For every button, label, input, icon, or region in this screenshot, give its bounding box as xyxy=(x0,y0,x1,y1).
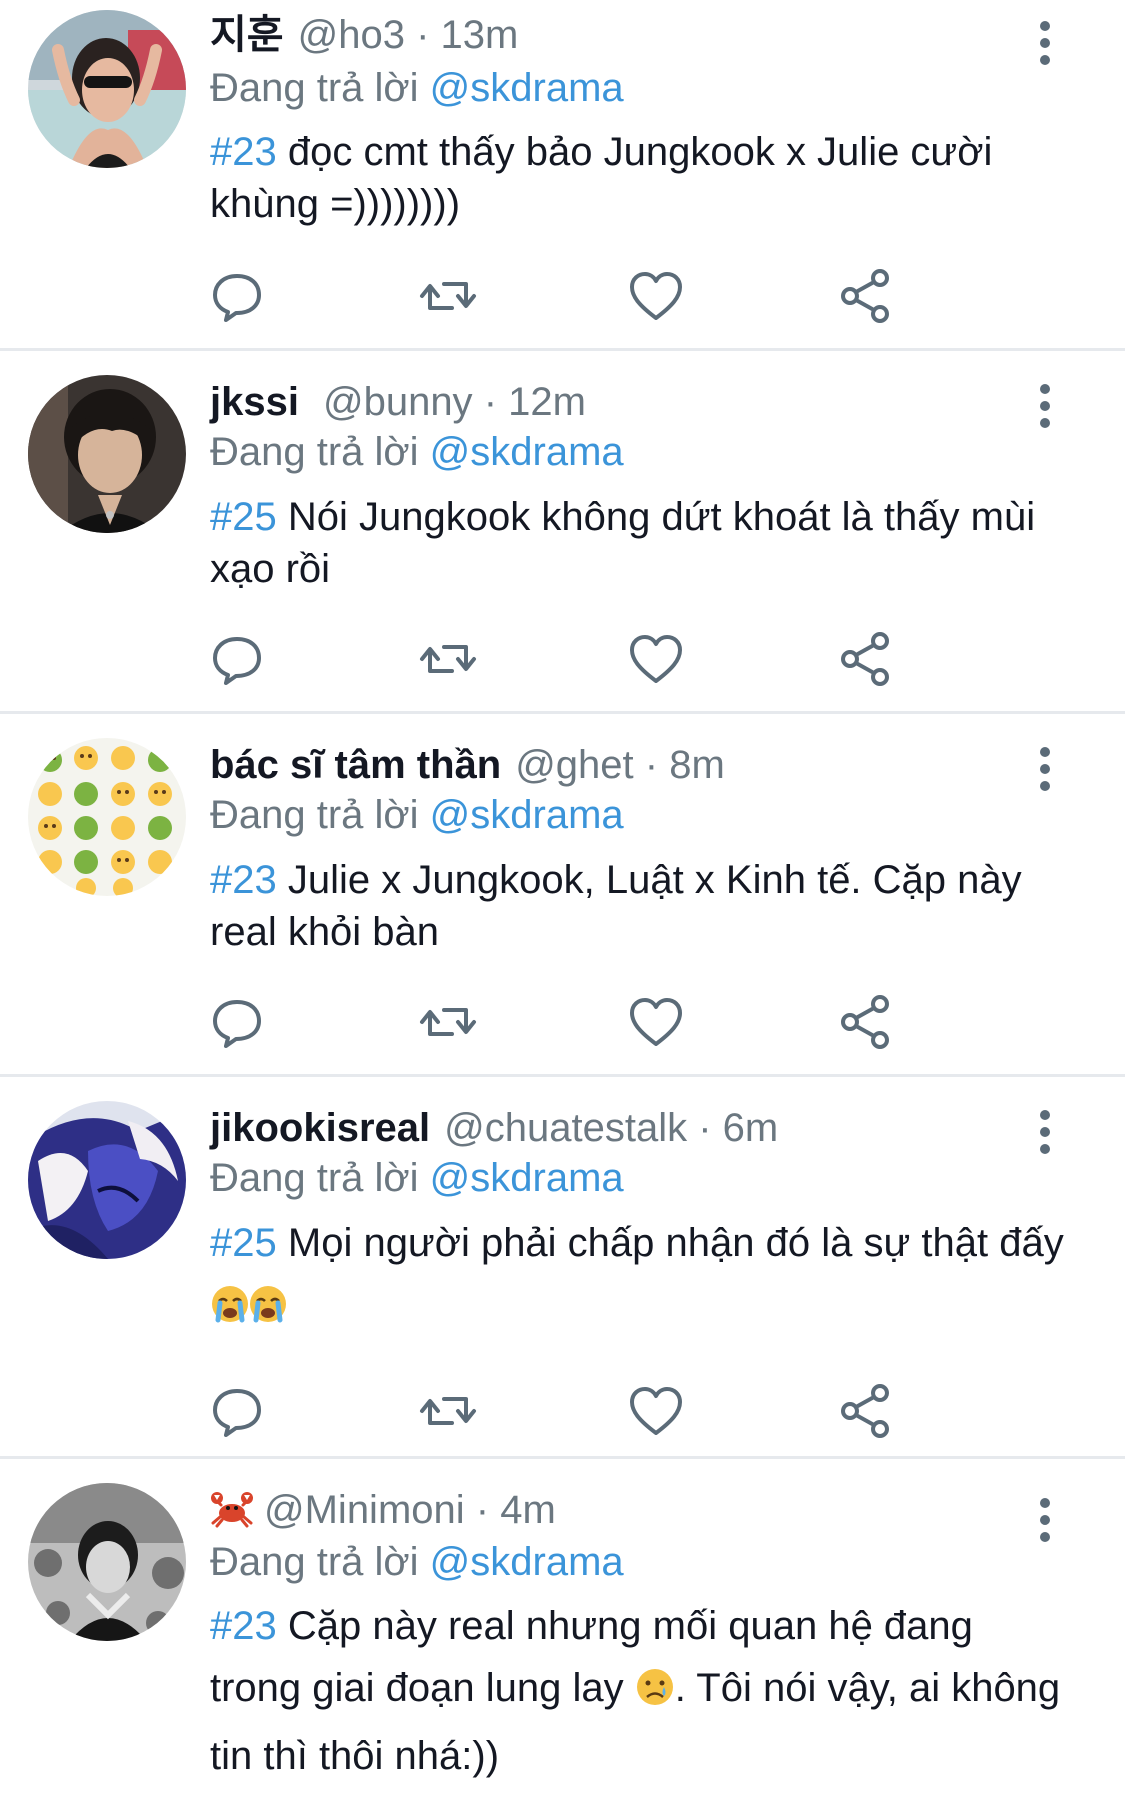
tweet-body: Mọi người phải chấp nhận đó là sự thật đ… xyxy=(287,1221,1064,1265)
timestamp[interactable]: 13m xyxy=(441,13,519,57)
more-options-icon[interactable] xyxy=(1030,383,1060,429)
more-options-icon[interactable] xyxy=(1030,1109,1060,1155)
share-icon[interactable] xyxy=(835,266,895,326)
reply-mention-link[interactable]: @skdrama xyxy=(430,430,624,474)
user-handle[interactable]: @bunny xyxy=(323,380,473,424)
tweet-text: #25 Mọi người phải chấp nhận đó là sự th… xyxy=(210,1212,1070,1342)
avatar-emoji-pattern xyxy=(28,738,186,896)
hashtag-link[interactable]: #23 xyxy=(210,858,277,902)
reply-prefix: Đang trả lời xyxy=(210,1540,419,1584)
separator-dot: · xyxy=(475,1488,490,1532)
avatar-photo-man xyxy=(28,375,186,533)
like-icon[interactable] xyxy=(626,629,686,689)
avatar[interactable] xyxy=(28,1483,186,1641)
replying-to: Đang trả lời @skdrama xyxy=(210,1537,624,1587)
replying-to: Đang trả lời @skdrama xyxy=(210,63,624,113)
replying-to: Đang trả lời @skdrama xyxy=(210,790,624,840)
avatar-photo-monochrome xyxy=(28,1483,186,1641)
reply-icon[interactable] xyxy=(207,992,267,1052)
divider xyxy=(0,1074,1125,1077)
more-options-icon[interactable] xyxy=(1030,1497,1060,1543)
tweet-header: jikookisreal @chuatestalk · 6m xyxy=(210,1103,778,1153)
user-handle[interactable]: @Minimoni xyxy=(264,1488,465,1532)
tweet-text: #23 đọc cmt thấy bảo Jungkook x Julie cư… xyxy=(210,126,1070,230)
hashtag-link[interactable]: #23 xyxy=(210,130,277,174)
action-bar xyxy=(0,629,1125,689)
hashtag-link[interactable]: #25 xyxy=(210,1221,277,1265)
separator-dot: · xyxy=(698,1106,712,1150)
avatar[interactable] xyxy=(28,375,186,533)
user-handle[interactable]: @ghet xyxy=(515,743,633,787)
tweet-text: #25 Nói Jungkook không dứt khoát là thấy… xyxy=(210,491,1070,595)
tweet-header: 지훈 @ho3 · 13m xyxy=(210,10,518,60)
reply-icon[interactable] xyxy=(207,266,267,326)
reply-mention-link[interactable]: @skdrama xyxy=(430,793,624,837)
separator-dot: · xyxy=(483,380,498,424)
reply-prefix: Đang trả lời xyxy=(210,1156,419,1200)
display-name[interactable]: jikookisreal xyxy=(210,1106,430,1150)
tweet-header: jkssi @bunny · 12m xyxy=(210,377,586,427)
avatar-anime-illustration xyxy=(28,1101,186,1259)
tweet-body: Nói Jungkook không dứt khoát là thấy mùi… xyxy=(210,495,1036,591)
reply-mention-link[interactable]: @skdrama xyxy=(430,66,624,110)
retweet-icon[interactable] xyxy=(418,992,478,1052)
action-bar xyxy=(0,266,1125,326)
avatar-photo-woman xyxy=(28,10,186,168)
avatar[interactable] xyxy=(28,1101,186,1259)
retweet-icon[interactable] xyxy=(418,266,478,326)
replying-to: Đang trả lời @skdrama xyxy=(210,427,624,477)
separator-dot: · xyxy=(644,743,659,787)
retweet-icon[interactable] xyxy=(418,1381,478,1441)
like-icon[interactable] xyxy=(626,992,686,1052)
display-name[interactable]: bác sĩ tâm thần xyxy=(210,743,501,787)
user-handle[interactable]: @ho3 xyxy=(298,13,405,57)
loudly-crying-face-icon xyxy=(210,1280,290,1342)
tweet-text: #23 Cặp này real nhưng mối quan hệ đang … xyxy=(210,1595,1070,1787)
share-icon[interactable] xyxy=(835,1381,895,1441)
display-name[interactable]: jkssi xyxy=(210,380,299,424)
more-options-icon[interactable] xyxy=(1030,20,1060,66)
display-name[interactable]: 지훈 xyxy=(210,13,284,57)
retweet-icon[interactable] xyxy=(418,629,478,689)
reply-prefix: Đang trả lời xyxy=(210,66,419,110)
reply-icon[interactable] xyxy=(207,1381,267,1441)
tweet-header: @Minimoni · 4m xyxy=(210,1485,556,1541)
share-icon[interactable] xyxy=(835,629,895,689)
like-icon[interactable] xyxy=(626,266,686,326)
divider xyxy=(0,1456,1125,1459)
timestamp[interactable]: 4m xyxy=(500,1488,556,1532)
replying-to: Đang trả lời @skdrama xyxy=(210,1153,624,1203)
tweet-text: #23 Julie x Jungkook, Luật x Kinh tế. Cặ… xyxy=(210,854,1070,958)
avatar[interactable] xyxy=(28,10,186,168)
divider xyxy=(0,348,1125,351)
separator-dot: · xyxy=(416,13,430,57)
reply-prefix: Đang trả lời xyxy=(210,793,419,837)
timestamp[interactable]: 12m xyxy=(508,380,586,424)
crying-face-icon xyxy=(635,1663,675,1725)
hashtag-link[interactable]: #25 xyxy=(210,495,277,539)
tweet-header: bác sĩ tâm thần @ghet · 8m xyxy=(210,740,725,790)
hashtag-link[interactable]: #23 xyxy=(210,1604,277,1648)
tweet-body: Julie x Jungkook, Luật x Kinh tế. Cặp nà… xyxy=(210,858,1022,954)
reply-feed: 지훈 @ho3 · 13m Đang trả lời @skdrama #23 đ… xyxy=(0,0,1125,1818)
action-bar xyxy=(0,1381,1125,1441)
like-icon[interactable] xyxy=(626,1381,686,1441)
divider xyxy=(0,711,1125,714)
reply-icon[interactable] xyxy=(207,629,267,689)
reply-prefix: Đang trả lời xyxy=(210,430,419,474)
tweet-body: đọc cmt thấy bảo Jungkook x Julie cười k… xyxy=(210,130,993,226)
timestamp[interactable]: 8m xyxy=(669,743,725,787)
timestamp[interactable]: 6m xyxy=(723,1106,779,1150)
reply-mention-link[interactable]: @skdrama xyxy=(430,1540,624,1584)
crab-icon xyxy=(210,1489,254,1541)
action-bar xyxy=(0,992,1125,1052)
avatar[interactable] xyxy=(28,738,186,896)
reply-mention-link[interactable]: @skdrama xyxy=(430,1156,624,1200)
user-handle[interactable]: @chuatestalk xyxy=(444,1106,687,1150)
share-icon[interactable] xyxy=(835,992,895,1052)
more-options-icon[interactable] xyxy=(1030,746,1060,792)
